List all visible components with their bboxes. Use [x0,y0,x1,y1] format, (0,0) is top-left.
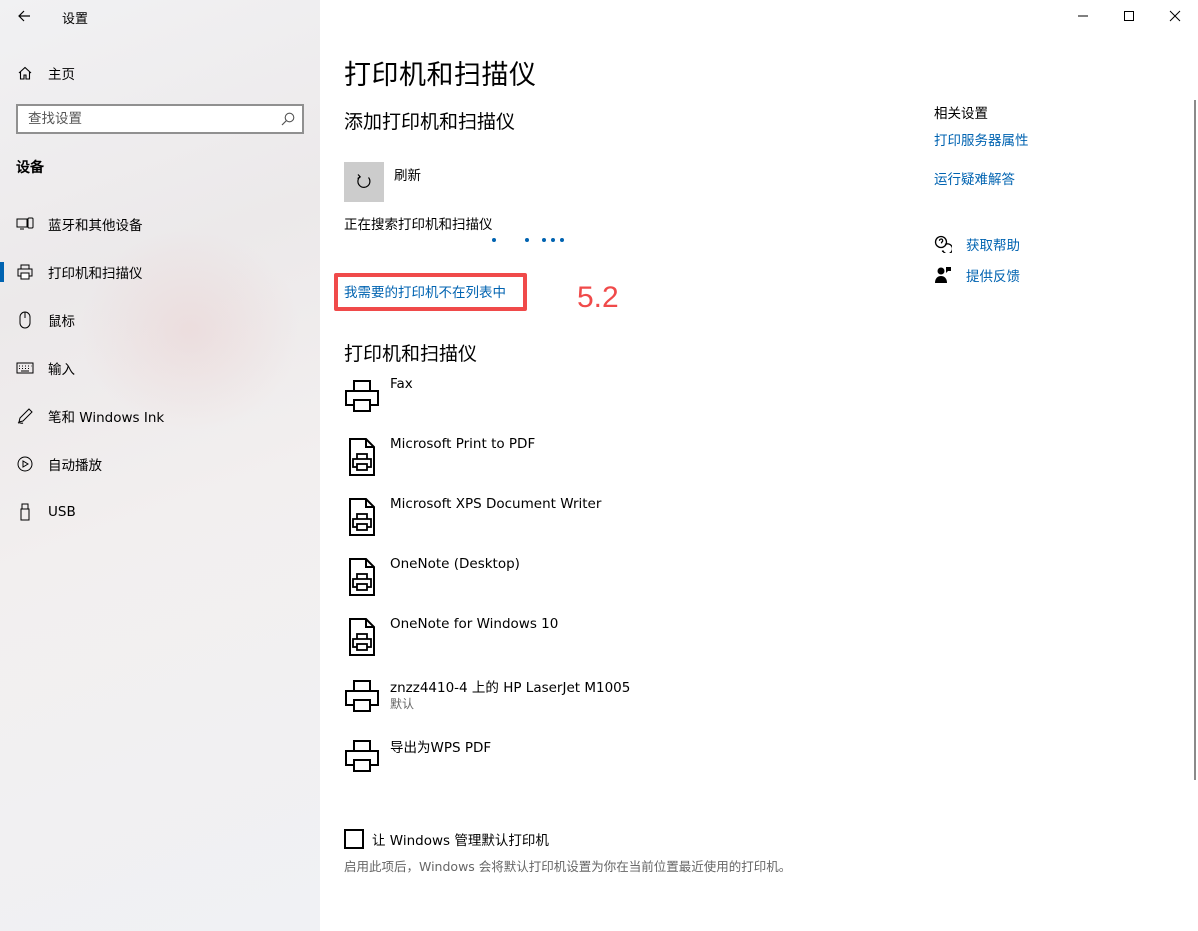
printer-not-listed-link[interactable]: 我需要的打印机不在列表中 [344,281,506,301]
get-help-label: 获取帮助 [966,238,1020,254]
sidebar-item-label: 蓝牙和其他设备 [48,218,143,234]
manage-default-label: 让 Windows 管理默认打印机 [372,833,549,849]
get-help-icon [934,235,952,253]
printer-item[interactable]: Microsoft Print to PDF [344,436,864,492]
progress-dot [551,238,555,242]
mouse-icon [16,311,34,329]
sidebar-item-label: 笔和 Windows Ink [48,410,165,426]
printer-name: 导出为WPS PDF [390,740,492,756]
manage-default-checkbox[interactable] [344,829,364,849]
sidebar-item-label: 自动播放 [48,458,102,474]
virtual-printer-icon [349,558,375,596]
progress-dot [492,238,496,242]
printer-name: OneNote (Desktop) [390,556,520,572]
home-icon [16,64,34,82]
give-feedback-link[interactable]: 提供反馈 [934,265,1020,285]
sidebar-item-printers[interactable]: 打印机和扫描仪 [0,252,320,292]
run-troubleshooter-link[interactable]: 运行疑难解答 [934,168,1015,188]
progress-dot [542,238,546,242]
printer-icon [16,263,34,281]
virtual-printer-icon [349,618,375,656]
printer-name: znzz4410-4 上的 HP LaserJet M1005 [390,680,631,696]
nav-home-label: 主页 [48,67,75,83]
feedback-icon [934,266,952,284]
print-server-properties-link[interactable]: 打印服务器属性 [934,129,1029,149]
progress-dot [560,238,564,242]
searching-status: 正在搜索打印机和扫描仪 [344,217,493,233]
sidebar-item-usb[interactable]: USB [0,492,320,532]
printers-heading: 打印机和扫描仪 [344,343,478,365]
usb-icon [16,503,34,521]
sidebar-item-pen[interactable]: 笔和 Windows Ink [0,396,320,436]
back-arrow-icon [18,10,30,22]
manage-default-printer-row[interactable]: 让 Windows 管理默认打印机 [344,828,549,850]
refresh-button[interactable] [344,162,384,202]
virtual-printer-icon [349,438,375,476]
printer-item[interactable]: OneNote for Windows 10 [344,616,864,672]
give-feedback-label: 提供反馈 [966,269,1020,285]
virtual-printer-icon [349,498,375,536]
printer-name: Microsoft Print to PDF [390,436,536,452]
printer-icon [345,680,379,712]
selection-indicator [0,262,4,282]
sidebar-item-input[interactable]: 输入 [0,348,320,388]
sidebar-item-autoplay[interactable]: 自动播放 [0,444,320,484]
add-printers-heading: 添加打印机和扫描仪 [344,111,516,133]
progress-dots [490,238,570,246]
sidebar-item-label: 输入 [48,362,75,378]
printer-item[interactable]: Fax [344,376,864,432]
sidebar-item-mouse[interactable]: 鼠标 [0,300,320,340]
section-title: 设备 [16,160,44,176]
app-title: 设置 [62,12,89,27]
sidebar: 设置 主页 设备 蓝牙和其他设备 打印机和扫描仪 鼠标 [0,0,320,931]
nav-home[interactable]: 主页 [0,58,320,88]
sidebar-item-bluetooth[interactable]: 蓝牙和其他设备 [0,204,320,244]
sidebar-item-label: 鼠标 [48,314,75,330]
printer-item[interactable]: znzz4410-4 上的 HP LaserJet M1005 默认 [344,676,864,732]
printer-icon [345,740,379,772]
printer-item[interactable]: Microsoft XPS Document Writer [344,496,864,552]
search-box[interactable] [16,104,304,134]
printer-name: Fax [390,376,413,392]
main-content: 打印机和扫描仪 添加打印机和扫描仪 刷新 正在搜索打印机和扫描仪 我需要的打印机… [320,0,1198,931]
refresh-label: 刷新 [394,168,421,184]
page-title: 打印机和扫描仪 [344,60,537,91]
bluetooth-devices-icon [16,215,34,233]
related-settings-title: 相关设置 [934,106,988,122]
printer-item[interactable]: 导出为WPS PDF [344,736,864,792]
pen-icon [16,407,34,425]
printer-item[interactable]: OneNote (Desktop) [344,556,864,612]
progress-dot [525,238,529,242]
printer-default-badge: 默认 [390,697,415,711]
search-icon[interactable] [280,111,296,127]
scrollbar[interactable] [1194,100,1196,780]
printer-icon [345,380,379,412]
printer-name: OneNote for Windows 10 [390,616,559,632]
search-input[interactable] [18,107,258,131]
sidebar-item-label: USB [48,504,76,520]
printer-name: Microsoft XPS Document Writer [390,496,602,512]
title-bar: 设置 [0,0,320,32]
back-button[interactable] [8,2,40,30]
manage-default-hint: 启用此项后，Windows 会将默认打印机设置为你在当前位置最近使用的打印机。 [344,859,792,874]
annotation-label: 5.2 [577,281,619,314]
autoplay-icon [16,455,34,473]
keyboard-icon [16,359,34,377]
get-help-link[interactable]: 获取帮助 [934,234,1020,254]
refresh-icon [357,174,371,188]
sidebar-item-label: 打印机和扫描仪 [48,266,143,282]
